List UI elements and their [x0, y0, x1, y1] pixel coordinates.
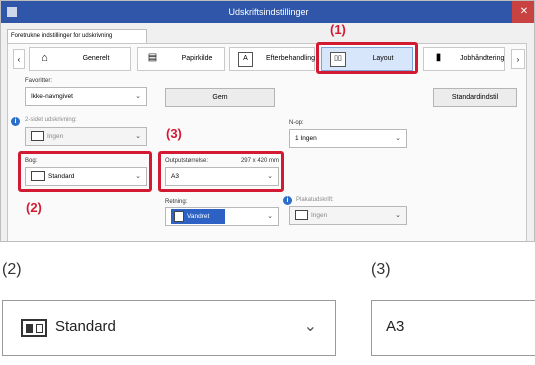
book-page-right — [36, 324, 43, 333]
chevron-right-icon[interactable]: › — [511, 49, 525, 69]
zoom-output-size-select[interactable]: A3 — [371, 300, 535, 356]
chevron-down-icon: ⌄ — [303, 318, 317, 335]
duplex-label: 2-sidet udskrivning: — [25, 117, 77, 123]
zoom-fold-value: Standard — [55, 318, 116, 335]
title-bar: Udskriftsindstillinger ✕ — [1, 1, 534, 23]
nav-item-papirkilde[interactable]: ▤ Papirkilde — [137, 47, 225, 71]
poster-select[interactable]: Ingen ⌄ — [289, 206, 407, 225]
n-up-label: N-op: — [289, 120, 304, 126]
finishing-icon: A — [238, 52, 253, 67]
nav-item-jobhandtering[interactable]: ▮ Jobhåndtering — [423, 47, 505, 71]
favorites-select[interactable]: Ikke-navngivet ⌄ — [25, 87, 147, 106]
chevron-left-icon[interactable]: ‹ — [13, 49, 25, 69]
output-size-highlight — [158, 151, 284, 192]
poster-icon — [295, 210, 308, 221]
chevron-down-icon: ⌄ — [267, 213, 273, 220]
app-icon — [7, 7, 17, 17]
print-settings-window: Udskriftsindstillinger ✕ Foretrukne inds… — [0, 0, 535, 242]
save-button[interactable]: Gem — [165, 88, 275, 107]
duplex-select[interactable]: Ingen ⌄ — [25, 127, 147, 146]
window-title: Udskriftsindstillinger — [228, 7, 309, 17]
callout-1: (1) — [330, 22, 346, 37]
chevron-down-icon: ⌄ — [135, 93, 141, 100]
duplex-icon — [31, 131, 44, 142]
callout-3: (3) — [166, 126, 182, 141]
orientation-label: Retning: — [165, 199, 188, 205]
poster-label: Plakatudskrift: — [296, 197, 334, 203]
layout-highlight — [316, 42, 418, 74]
zoom-fold-select[interactable]: Standard ⌄ — [2, 300, 336, 356]
home-icon: ⌂ — [38, 52, 51, 65]
zoom-label-2: (2) — [2, 261, 22, 278]
favorites-label: Favoritter: — [25, 78, 53, 84]
chevron-down-icon: ⌄ — [135, 133, 141, 140]
info-icon: i — [11, 117, 20, 126]
paper-icon: ▤ — [146, 52, 159, 65]
default-button[interactable]: Standardindstil — [433, 88, 517, 107]
chevron-down-icon: ⌄ — [395, 135, 401, 142]
nav-item-efterbehandling[interactable]: A Efterbehandling — [229, 47, 315, 71]
zoom-label-3: (3) — [371, 261, 391, 278]
callout-2: (2) — [26, 200, 42, 215]
job-icon: ▮ — [432, 52, 445, 65]
info-icon: i — [283, 196, 292, 205]
orientation-select[interactable]: Vandret ⌄ — [165, 207, 279, 226]
nav-item-generelt[interactable]: ⌂ Generelt — [29, 47, 131, 71]
book-icon — [21, 319, 47, 337]
tab-preferences[interactable]: Foretrukne indstillinger for udskrivning — [7, 29, 147, 43]
fold-highlight — [18, 151, 152, 192]
chevron-down-icon: ⌄ — [395, 212, 401, 219]
close-icon[interactable]: ✕ — [512, 1, 534, 23]
zoom-output-size-value: A3 — [386, 318, 405, 335]
landscape-icon — [174, 210, 184, 222]
book-page-left — [26, 324, 33, 333]
n-up-select[interactable]: 1 Ingen ⌄ — [289, 129, 407, 148]
